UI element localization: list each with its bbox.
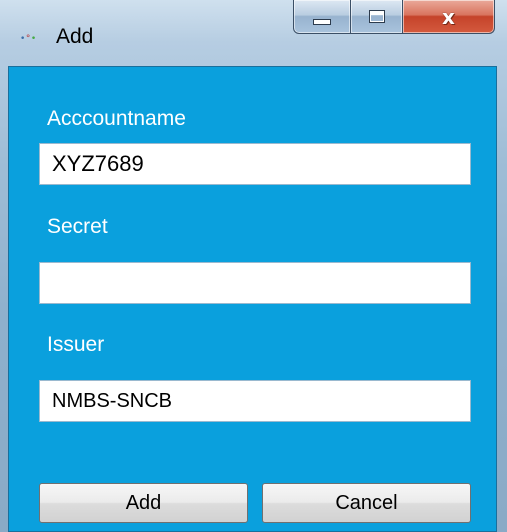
window-title: Add xyxy=(56,25,94,48)
app-key-icon: •°• xyxy=(20,34,37,44)
accountname-label: Acccountname xyxy=(47,107,186,130)
dialog-content: Acccountname Secret Issuer Add Cancel xyxy=(8,66,497,532)
close-icon: x xyxy=(442,4,455,29)
cancel-button[interactable]: Cancel xyxy=(262,483,471,523)
issuer-label: Issuer xyxy=(47,333,105,356)
maximize-button[interactable] xyxy=(351,0,403,34)
minimize-icon xyxy=(313,18,331,25)
maximize-icon xyxy=(368,10,385,23)
title-bar[interactable]: •°• Add x xyxy=(0,0,507,58)
add-dialog-window: •°• Add x Acccountname Secret Issuer Add… xyxy=(0,0,507,532)
close-button[interactable]: x xyxy=(403,0,495,34)
caption-buttons: x xyxy=(293,0,495,36)
add-button[interactable]: Add xyxy=(39,483,248,523)
accountname-input[interactable] xyxy=(39,143,471,185)
issuer-input[interactable] xyxy=(39,380,471,422)
secret-input[interactable] xyxy=(39,262,471,304)
secret-label: Secret xyxy=(47,215,108,238)
minimize-button[interactable] xyxy=(293,0,351,34)
